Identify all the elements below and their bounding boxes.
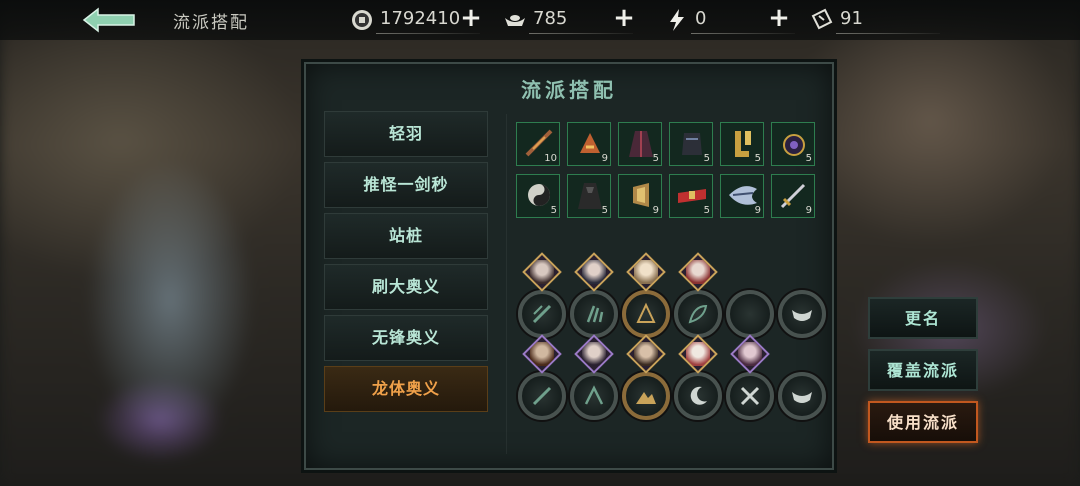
rename-button[interactable]: 更名 [868, 297, 978, 339]
cross-mark-icon [740, 386, 760, 406]
character-slot[interactable] [778, 290, 826, 338]
equipment-slot[interactable]: 9 [567, 122, 611, 166]
character-avatar[interactable] [522, 334, 562, 374]
equipment-slot[interactable]: 5 [669, 174, 713, 218]
equipment-slot[interactable]: 5 [771, 122, 815, 166]
page-title: 流派搭配 [173, 13, 249, 33]
add-ingot-button[interactable]: + [612, 5, 636, 31]
equipment-level: 5 [703, 205, 710, 216]
ingot-value: 785 [533, 8, 568, 29]
equipment-slot[interactable]: 9 [618, 174, 662, 218]
equipment-level: 5 [703, 153, 710, 164]
ticket-icon [811, 8, 833, 30]
stamina-value: 0 [695, 8, 707, 29]
character-avatar[interactable] [626, 252, 666, 292]
character-slot[interactable] [778, 372, 826, 420]
character-avatar[interactable] [678, 252, 718, 292]
character-slot[interactable] [674, 290, 722, 338]
school-config-panel: 流派搭配 轻羽 推怪一剑秒 站桩 刷大奥义 无锋奥义 龙体奥义 10 9 5 5… [304, 62, 834, 470]
ticket-value: 91 [840, 8, 863, 29]
moon-mark-icon [690, 386, 707, 405]
ticket-counter: 91 [810, 6, 940, 34]
equipment-level: 9 [754, 205, 761, 216]
coin-icon [352, 10, 372, 30]
back-arrow-icon[interactable] [80, 4, 140, 36]
character-avatar[interactable] [626, 334, 666, 374]
school-item-wufeng[interactable]: 无锋奥义 [324, 315, 488, 361]
leaf-mark-icon [688, 304, 708, 324]
character-slot[interactable] [622, 372, 670, 420]
equipment-level: 5 [754, 153, 761, 164]
panel-divider [506, 114, 507, 454]
character-slot[interactable] [518, 372, 566, 420]
character-slot[interactable] [622, 290, 670, 338]
mask-mark-icon [792, 392, 812, 403]
school-item-shuada[interactable]: 刷大奥义 [324, 264, 488, 310]
add-stamina-button[interactable]: + [767, 5, 791, 31]
mountain-mark-icon [636, 392, 656, 404]
overwrite-school-button[interactable]: 覆盖流派 [868, 349, 978, 391]
coin-value: 1792410 [380, 8, 461, 29]
character-avatar[interactable] [574, 252, 614, 292]
equipment-level: 9 [601, 153, 608, 164]
equipment-level: 5 [550, 205, 557, 216]
equipment-slot[interactable]: 5 [669, 122, 713, 166]
slash-mark-icon [532, 386, 552, 406]
equipment-slot[interactable]: 5 [618, 122, 662, 166]
character-avatar[interactable] [678, 334, 718, 374]
equipment-slot[interactable]: 5 [720, 122, 764, 166]
character-slot[interactable] [674, 372, 722, 420]
school-item-qingyu[interactable]: 轻羽 [324, 111, 488, 157]
school-item-longti[interactable]: 龙体奥义 [324, 366, 488, 412]
equipment-slot[interactable]: 9 [720, 174, 764, 218]
character-avatar[interactable] [730, 334, 770, 374]
ingot-icon [505, 15, 525, 26]
equipment-slot[interactable]: 9 [771, 174, 815, 218]
character-avatar[interactable] [522, 252, 562, 292]
character-slot-empty[interactable] [726, 290, 774, 338]
character-avatar[interactable] [574, 334, 614, 374]
crest-mark-icon [636, 302, 656, 323]
equipment-level: 10 [544, 153, 557, 164]
character-slot[interactable] [726, 372, 774, 420]
equipment-level: 5 [805, 153, 812, 164]
character-slot[interactable] [570, 372, 618, 420]
equipment-slot[interactable]: 5 [516, 174, 560, 218]
school-item-zhanzhuang[interactable]: 站桩 [324, 213, 488, 259]
equipment-level: 5 [652, 153, 659, 164]
equipment-level: 5 [601, 205, 608, 216]
character-slot[interactable] [518, 290, 566, 338]
top-bar: 流派搭配 1792410 + 785 + 0 + 91 [0, 0, 1080, 40]
lightning-icon [670, 9, 684, 31]
equipment-slot[interactable]: 5 [567, 174, 611, 218]
mask-mark-icon [792, 310, 812, 321]
equipment-level: 9 [805, 205, 812, 216]
fan-mark-icon [584, 385, 604, 405]
equipment-slot[interactable]: 10 [516, 122, 560, 166]
use-school-button[interactable]: 使用流派 [868, 401, 978, 443]
panel-title: 流派搭配 [521, 78, 617, 102]
equipment-level: 9 [652, 205, 659, 216]
school-item-tuiguai[interactable]: 推怪一剑秒 [324, 162, 488, 208]
character-slot[interactable] [570, 290, 618, 338]
claw-mark-icon [586, 305, 604, 323]
slash-mark-icon [532, 304, 552, 324]
add-coin-button[interactable]: + [459, 5, 483, 31]
